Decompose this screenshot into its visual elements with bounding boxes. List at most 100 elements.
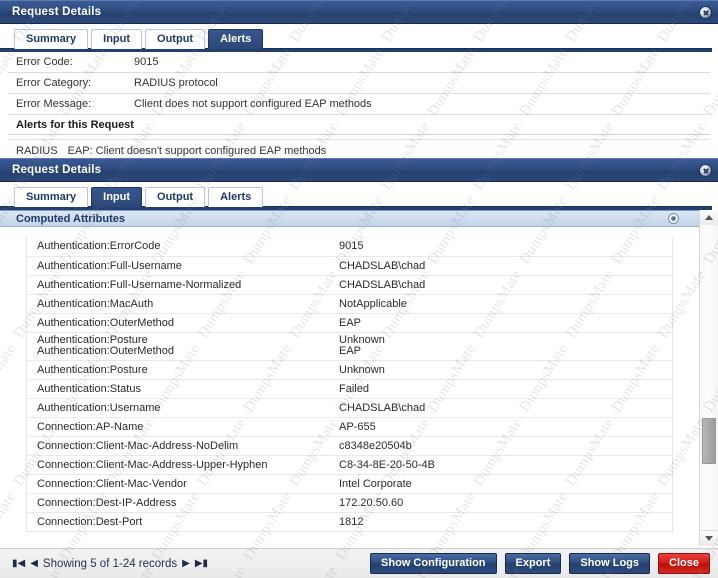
- scrollbar-thumb[interactable]: [702, 418, 716, 464]
- table-row: Connection:Client-Mac-Vendor Intel Corpo…: [27, 474, 673, 493]
- table-row: Connection:Client-Mac-Address-NoDelim c8…: [27, 436, 673, 455]
- attribute-value: NotApplicable: [329, 294, 673, 313]
- alert-source: RADIUS: [16, 145, 58, 157]
- attribute-value: 1812: [329, 512, 673, 531]
- attribute-key: Authentication:MacAuth: [27, 294, 330, 313]
- error-code-value: 9015: [126, 52, 710, 73]
- attribute-key: Authentication:Full-Username: [27, 256, 330, 275]
- scroll-up-icon[interactable]: [700, 210, 718, 226]
- record-count-text: Showing 5 of 1-24 records: [43, 558, 177, 570]
- request-details-panel-top: Request Details Summary Input Output Ale…: [0, 0, 718, 152]
- panel-bottom-tabstrip: Summary Input Output Alerts: [0, 182, 718, 206]
- table-row: Authentication:OuterMethod EAP: [27, 313, 673, 332]
- attribute-value: Unknown: [339, 335, 666, 347]
- panel-top-tabstrip: Summary Input Output Alerts: [0, 24, 718, 48]
- footer-buttons: Show Configuration Export Show Logs Clos…: [370, 553, 710, 574]
- computed-attributes-section: Computed Attributes Authentication:Error…: [0, 210, 718, 546]
- table-row: Error Category: RADIUS protocol: [8, 73, 710, 94]
- error-message-value: Client does not support configured EAP m…: [126, 94, 710, 115]
- tab-output[interactable]: Output: [145, 29, 205, 49]
- table-row: Authentication:Posture Unknown: [27, 360, 673, 379]
- prev-page-icon[interactable]: ◀: [30, 558, 38, 569]
- attributes-table: Authentication:ErrorCode 9015 Authentica…: [26, 237, 673, 532]
- alerts-section-heading: Alerts for this Request: [8, 115, 710, 135]
- tab-input[interactable]: Input: [91, 29, 142, 49]
- attribute-key: Authentication:Posture: [27, 360, 330, 379]
- table-row: Authentication:ErrorCode 9015: [27, 237, 673, 256]
- error-category-value: RADIUS protocol: [126, 73, 710, 94]
- show-configuration-button[interactable]: Show Configuration: [370, 553, 496, 574]
- attribute-value: Failed: [329, 379, 673, 398]
- computed-attributes-header[interactable]: Computed Attributes: [0, 210, 699, 227]
- show-logs-button[interactable]: Show Logs: [569, 553, 650, 574]
- panel-bottom-titlebar: Request Details: [0, 158, 718, 182]
- close-icon[interactable]: [699, 6, 712, 19]
- tab-alerts[interactable]: Alerts: [208, 187, 263, 207]
- attribute-value: EAP: [329, 313, 673, 332]
- table-row: Connection:Client-Mac-Address-Upper-Hyph…: [27, 455, 673, 474]
- next-page-icon[interactable]: ▶: [182, 558, 190, 569]
- error-message-label: Error Message:: [8, 94, 126, 115]
- attribute-value: Unknown: [329, 360, 673, 379]
- table-row: Authentication:MacAuth NotApplicable: [27, 294, 673, 313]
- tab-input[interactable]: Input: [91, 187, 142, 207]
- table-row: Authentication:Posture Authentication:Ou…: [27, 332, 673, 360]
- error-category-label: Error Category:: [8, 73, 126, 94]
- error-code-label: Error Code:: [8, 52, 126, 73]
- panel-footer: ▮◀ ◀ Showing 5 of 1-24 records ▶ ▶▮ Show…: [0, 548, 718, 578]
- table-row: Connection:Dest-Port 1812: [27, 512, 673, 531]
- attribute-value: CHADSLAB\chad: [329, 256, 673, 275]
- panel-top-title: Request Details: [12, 6, 101, 18]
- table-row: Error Code: 9015: [8, 52, 710, 73]
- table-row: Connection:AP-Name AP-655: [27, 417, 673, 436]
- panel-bottom-title: Request Details: [12, 164, 101, 176]
- panel-top-titlebar: Request Details: [0, 0, 718, 24]
- attribute-value: C8-34-8E-20-50-4B: [329, 455, 673, 474]
- attribute-key: Connection:Client-Mac-Vendor: [27, 474, 330, 493]
- vertical-scrollbar[interactable]: [699, 210, 718, 546]
- close-button[interactable]: Close: [658, 553, 710, 574]
- table-row: Error Message: Client does not support c…: [8, 94, 710, 115]
- attribute-key: Authentication:Status: [27, 379, 330, 398]
- table-row: Authentication:Full-Username CHADSLAB\ch…: [27, 256, 673, 275]
- computed-attributes-body: Authentication:ErrorCode 9015 Authentica…: [0, 228, 699, 546]
- attribute-key: Connection:Dest-Port: [27, 512, 330, 531]
- attribute-key: Connection:Client-Mac-Address-NoDelim: [27, 436, 330, 455]
- attribute-key: Connection:Dest-IP-Address: [27, 493, 330, 512]
- attribute-key: Authentication:Full-Username-Normalized: [27, 275, 330, 294]
- attribute-value: 9015: [329, 237, 673, 256]
- attribute-key: Authentication:ErrorCode: [27, 237, 330, 256]
- attribute-key-overlap: Authentication:OuterMethod: [37, 346, 323, 358]
- table-row: Authentication:Status Failed: [27, 379, 673, 398]
- error-details-table: Error Code: 9015 Error Category: RADIUS …: [8, 52, 710, 115]
- attribute-value: CHADSLAB\chad: [329, 398, 673, 417]
- attribute-key: Connection:Client-Mac-Address-Upper-Hyph…: [27, 455, 330, 474]
- tab-output[interactable]: Output: [145, 187, 205, 207]
- table-row: Connection:Dest-IP-Address 172.20.50.60: [27, 493, 673, 512]
- request-details-panel-bottom: Request Details Summary Input Output Ale…: [0, 158, 718, 578]
- export-button[interactable]: Export: [505, 553, 562, 574]
- table-row: Authentication:Username CHADSLAB\chad: [27, 398, 673, 417]
- attribute-key: Connection:AP-Name: [27, 417, 330, 436]
- attribute-key: Authentication:OuterMethod: [27, 313, 330, 332]
- attribute-value: c8348e20504b: [329, 436, 673, 455]
- attribute-value: CHADSLAB\chad: [329, 275, 673, 294]
- tab-alerts[interactable]: Alerts: [208, 29, 263, 49]
- collapse-circle-icon[interactable]: [668, 213, 679, 224]
- attribute-value: 172.20.50.60: [329, 493, 673, 512]
- attribute-value: AP-655: [329, 417, 673, 436]
- first-page-icon[interactable]: ▮◀: [12, 558, 25, 569]
- last-page-icon[interactable]: ▶▮: [195, 558, 208, 569]
- tab-summary[interactable]: Summary: [14, 187, 88, 207]
- attribute-value-overlap: EAP: [339, 346, 666, 358]
- scroll-down-icon[interactable]: [700, 530, 718, 546]
- attribute-key: Authentication:Username: [27, 398, 330, 417]
- pagination-control: ▮◀ ◀ Showing 5 of 1-24 records ▶ ▶▮: [12, 558, 208, 570]
- tab-summary[interactable]: Summary: [14, 29, 88, 49]
- alert-message: EAP: Client doesn't support configured E…: [68, 145, 327, 157]
- close-icon[interactable]: [699, 164, 712, 177]
- scrollbar-track[interactable]: [700, 225, 718, 531]
- table-row: Authentication:Full-Username-Normalized …: [27, 275, 673, 294]
- computed-attributes-title: Computed Attributes: [16, 213, 125, 225]
- attribute-value: Intel Corporate: [329, 474, 673, 493]
